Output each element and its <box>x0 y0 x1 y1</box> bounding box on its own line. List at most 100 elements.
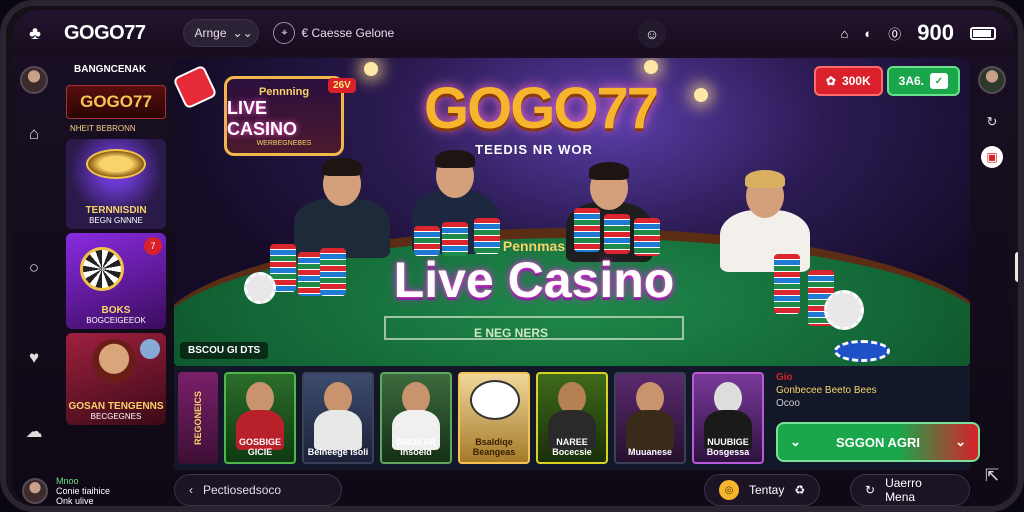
battery-icon <box>970 26 996 40</box>
game-tile[interactable]: SMOKAR Insoeid <box>380 372 452 464</box>
promo-card-sub: BECGEGNES <box>90 412 142 421</box>
cta-button[interactable]: ⌄ SGGON AGRI ⌄ <box>776 422 980 462</box>
hero-buttons: ✿ 300K 3A6. ✓ <box>813 66 960 96</box>
phone-side-button[interactable] <box>1015 252 1018 282</box>
user-status: Mnoo <box>56 476 79 486</box>
search-box[interactable]: ‹ Pectiosedsoco <box>174 474 342 506</box>
table-text: E NEG NERS <box>474 326 549 340</box>
game-label: GOSBIGE GICIE <box>238 437 281 458</box>
chip-stack <box>320 248 346 296</box>
car-icon[interactable]: ⌂ <box>841 26 849 41</box>
top-right-group: ⌂ ◐ ⓪ 900 <box>841 20 996 46</box>
exit-icon[interactable]: ⇱ <box>980 464 1004 488</box>
promo-column: BANGNCENAK GOGO77 NHEIT BEBRONN TERNNISD… <box>66 64 170 470</box>
promo-card-sub: BEGN GNNNE <box>89 216 143 225</box>
promo-card[interactable]: 7 BOKS BOGCEIGEEOK <box>66 233 166 329</box>
category-tab[interactable]: REGONEICS <box>178 372 218 464</box>
user-sub: Onk ulive <box>56 496 94 506</box>
user-panel[interactable]: Mnoo Conie tiaihice Onk ulive <box>22 476 110 506</box>
game-label: NAREE Bocecsie <box>552 437 592 458</box>
game-tile[interactable]: GOSBIGE GICIE <box>224 372 296 464</box>
user-name: Conie tiaihice <box>56 486 111 496</box>
game-tile[interactable]: NUUBIGE Bosgessa <box>692 372 764 464</box>
heart-icon[interactable]: ♥ <box>22 346 46 370</box>
tentay-label: Tentay <box>749 483 785 497</box>
promo-green-button[interactable]: 3A6. ✓ <box>886 66 960 96</box>
promo-card-title: BOKS <box>101 305 131 316</box>
chevron-down-icon: ⌄⌄ <box>232 26 253 40</box>
game-tile[interactable]: NAREE Bocecsie <box>536 372 608 464</box>
coin-balance: 900 <box>917 20 954 45</box>
hero-tagline: TEEDIS NR WOR <box>475 142 593 157</box>
phone-frame: ♣ GOGO77 Arnge ⌄⌄ ⌖ € Caesse Gelone ☺ ⌂ … <box>0 0 1024 512</box>
cloud-icon[interactable]: ☁ <box>22 420 46 444</box>
game-tile[interactable]: Beineege Isoli <box>302 372 374 464</box>
game-label: Bsaldiqe Beangeas <box>472 437 516 458</box>
neon-sign: Pennning LIVE CASINO WERBEGNEBES <box>224 76 344 156</box>
game-tile[interactable]: Muuanese <box>614 372 686 464</box>
game-info-panel: Gio Gonbecee Beeto Bees Ocoo ⌄ SGGON AGR… <box>776 372 980 464</box>
roulette-icon <box>80 247 124 291</box>
location-selector[interactable]: ⌖ € Caesse Gelone <box>273 22 394 44</box>
promo-card[interactable]: TERNNISDIN BEGN GNNNE <box>66 139 166 229</box>
chip-icon <box>86 149 146 179</box>
hero-logo-text: GOGO77 <box>424 76 659 141</box>
house-icon[interactable]: ⌂ <box>22 122 46 146</box>
search-label: Pectiosedsoco <box>203 483 282 497</box>
sign-line-2: LIVE CASINO <box>227 98 298 139</box>
brand-title[interactable]: GOGO77 <box>64 22 146 45</box>
game-label: SMOKAR Insoeid <box>396 437 436 458</box>
avatar[interactable] <box>978 66 1006 94</box>
promo-logo[interactable]: GOGO77 <box>66 85 166 119</box>
avatar <box>22 478 48 504</box>
game-strip: REGONEICS GOSBIGE GICIE Beineege Isoli S… <box>174 366 980 470</box>
chip-stack <box>774 254 800 314</box>
location-label: € Caesse Gelone <box>301 26 395 40</box>
sign-line-1: Pennning <box>258 86 310 98</box>
game-label: NUUBIGE Bosgessa <box>706 437 750 458</box>
game-tile[interactable]: Bsaldiqe Beangeas <box>458 372 530 464</box>
info-tag: Gio <box>776 372 793 383</box>
info-sub: Ocoo <box>776 398 800 409</box>
promo-green-label: 3A6. <box>898 74 924 88</box>
language-select[interactable]: Arnge ⌄⌄ <box>183 19 260 47</box>
chat-icon: ✓ <box>930 73 948 89</box>
hero-title: Pennmas Live Casino <box>384 238 684 307</box>
promo-card-title: GOSAN TENGENNS <box>68 401 164 412</box>
language-label: Arnge <box>194 26 227 40</box>
location-icon: ⌖ <box>273 22 296 44</box>
bottom-bar: ‹ Pectiosedsoco ◎ Tentay ♻ ↻ Uaerro Mena <box>174 472 970 506</box>
category-label: REGONEICS <box>193 390 203 445</box>
gift-icon[interactable]: ▣ <box>981 146 1003 168</box>
chevron-down-icon: ⌄ <box>955 434 966 449</box>
chip-icon <box>834 340 890 362</box>
promo-card-sub: BOGCEIGEEOK <box>86 316 146 325</box>
user-text: Mnoo Conie tiaihice Onk ulive <box>56 476 110 506</box>
menu-button[interactable]: ↻ Uaerro Mena <box>850 474 970 506</box>
sign-badge: 26V <box>328 78 356 93</box>
cta-label: SGGON AGRI <box>835 434 921 450</box>
recycle-icon: ♻ <box>794 483 806 497</box>
sync-icon[interactable]: ↻ <box>980 110 1004 134</box>
promo-logo-sub: NHEIT BEBRONN <box>70 124 136 133</box>
right-rail: ↻ ▣ ⇱ <box>970 56 1014 506</box>
game-label: Beineege Isoli <box>307 447 369 458</box>
sign-line-3: WERBEGNEBES <box>256 140 312 147</box>
notification-badge: 7 <box>144 237 162 255</box>
gift-icon: ✿ <box>825 74 836 88</box>
refresh-icon: ↻ <box>865 483 876 497</box>
face-icon[interactable]: ☺ <box>638 20 666 48</box>
hero-title-main: Live Casino <box>393 252 675 308</box>
dice-icon <box>174 64 218 110</box>
chip-icon <box>824 290 864 330</box>
promo-card[interactable]: GOSAN TENGENNS BECGEGNES <box>66 333 166 425</box>
avatar[interactable] <box>20 66 48 94</box>
tentay-button[interactable]: ◎ Tentay ♻ <box>704 474 821 506</box>
chevron-down-icon: ⌄ <box>790 434 801 449</box>
eye-mask-icon[interactable]: ◐ <box>864 26 872 41</box>
promo-red-button[interactable]: ✿ 300K <box>813 66 883 96</box>
hero-banner[interactable]: Pennning LIVE CASINO WERBEGNEBES 26V GOG… <box>174 58 970 366</box>
home-icon[interactable]: ♣ <box>24 22 46 44</box>
circle-icon[interactable]: ○ <box>22 256 46 280</box>
bubble-icon <box>140 339 160 359</box>
